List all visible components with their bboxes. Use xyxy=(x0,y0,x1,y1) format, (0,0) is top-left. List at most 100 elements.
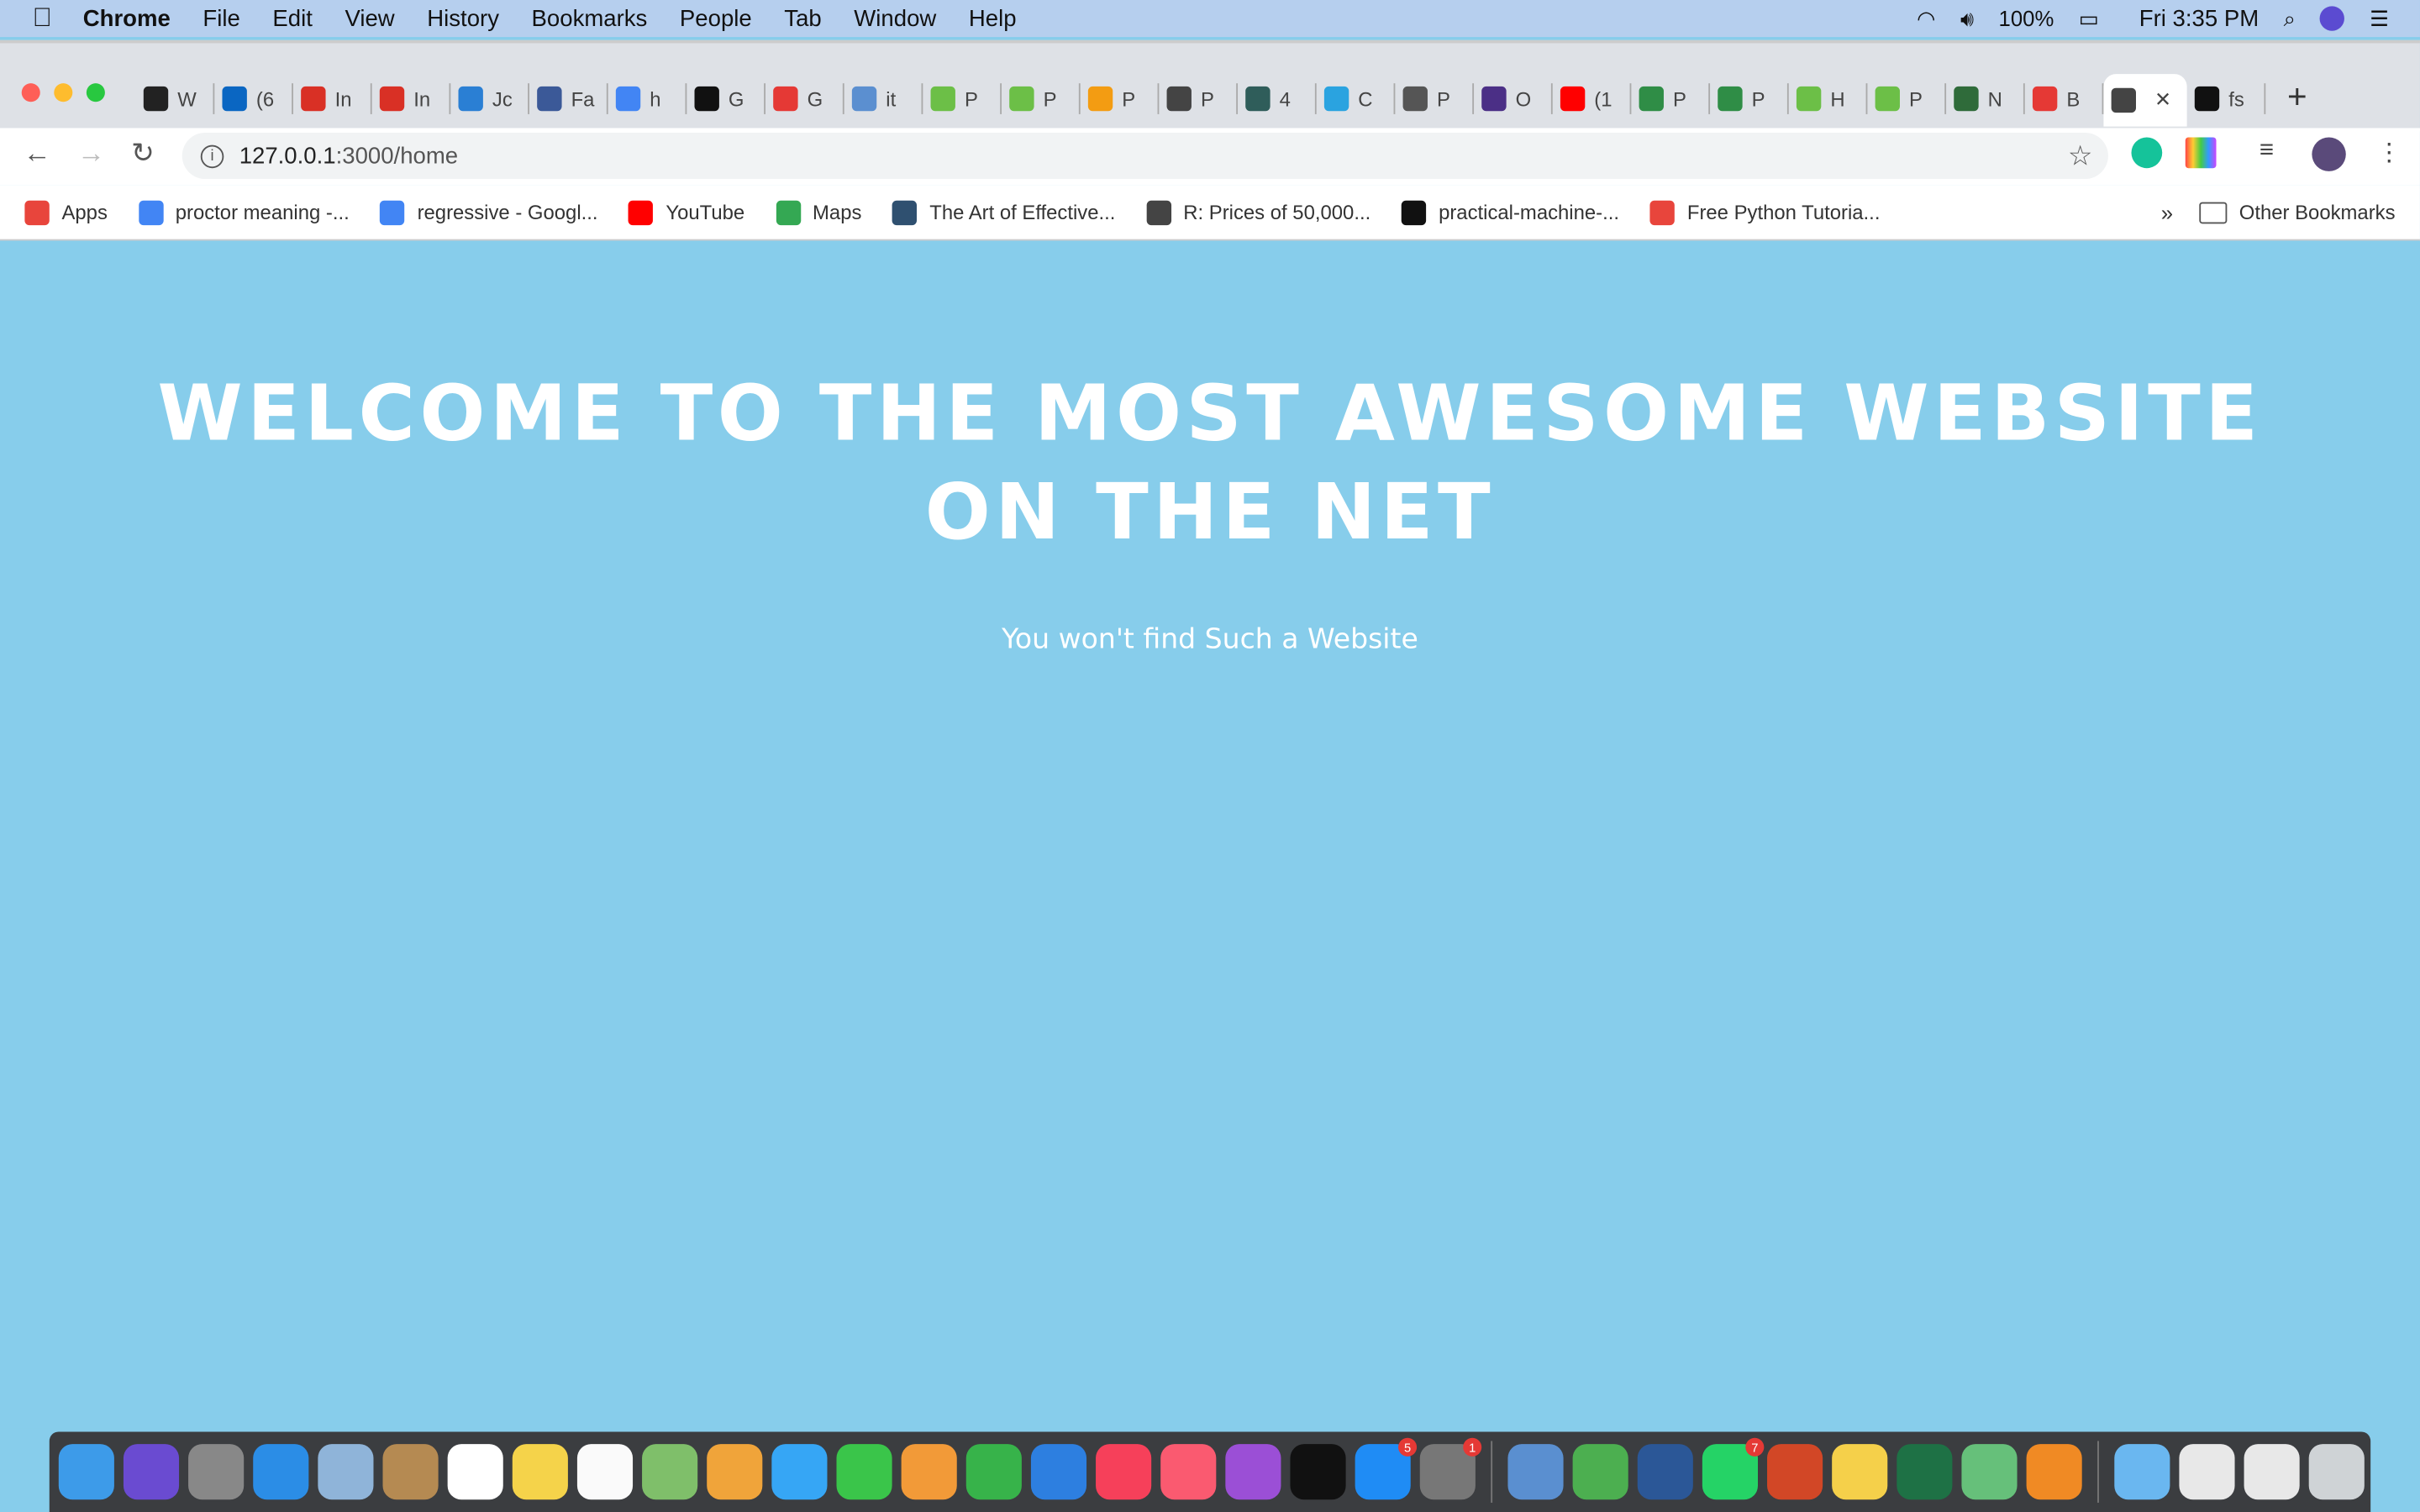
photos-icon[interactable] xyxy=(707,1444,763,1500)
tab[interactable]: N xyxy=(1946,83,2025,114)
sublime-icon[interactable] xyxy=(2026,1444,2082,1500)
powerpoint-icon[interactable] xyxy=(1767,1444,1823,1500)
apple-tv-icon[interactable] xyxy=(1290,1444,1346,1500)
tab[interactable]: G xyxy=(687,83,766,114)
tab[interactable]: In xyxy=(372,83,451,114)
menu-more-icon[interactable]: ⋮ xyxy=(2377,137,2408,168)
virtualbox-icon[interactable] xyxy=(1507,1444,1564,1500)
forward-button[interactable]: → xyxy=(77,137,105,170)
app-store-icon[interactable]: 5 xyxy=(1355,1437,1418,1500)
tab[interactable]: P xyxy=(1081,83,1160,114)
bookmark-item[interactable]: YouTube xyxy=(629,199,744,225)
apple-icon[interactable]:  xyxy=(33,3,52,34)
tab[interactable]: P xyxy=(1631,83,1711,114)
chrome-icon[interactable] xyxy=(1572,1444,1628,1500)
other-bookmarks[interactable]: Other Bookmarks xyxy=(2199,201,2396,223)
back-button[interactable]: ← xyxy=(24,137,51,170)
podcasts-icon[interactable] xyxy=(1225,1444,1281,1500)
bookmark-item[interactable]: R: Prices of 50,000... xyxy=(1146,199,1370,225)
battery-icon[interactable]: ▭ xyxy=(2079,5,2099,31)
menu-edit[interactable]: Edit xyxy=(272,5,312,31)
maps-icon[interactable] xyxy=(642,1444,698,1500)
tab[interactable]: (1 xyxy=(1553,83,1632,114)
media-queue-icon[interactable]: ≡ xyxy=(2260,137,2291,168)
bookmark-item[interactable]: Apps xyxy=(24,199,108,225)
tab[interactable]: P xyxy=(1395,83,1475,114)
tab-active[interactable]: ✕ xyxy=(2103,74,2187,127)
tab[interactable]: (6 xyxy=(214,83,293,114)
more-bookmarks-chevron-icon[interactable]: » xyxy=(2161,200,2173,224)
siri-icon[interactable] xyxy=(123,1444,180,1500)
python-icon[interactable] xyxy=(1832,1444,1888,1500)
bookmark-item[interactable]: proctor meaning -... xyxy=(138,199,350,225)
bookmark-star-icon[interactable]: ☆ xyxy=(2068,139,2093,172)
facetime-icon[interactable] xyxy=(836,1444,892,1500)
zoom-window-button[interactable] xyxy=(86,83,105,102)
search-icon[interactable]: ⌕ xyxy=(2284,5,2296,31)
tab[interactable]: Fa xyxy=(529,83,608,114)
keynote-icon[interactable] xyxy=(1030,1444,1087,1500)
clock[interactable]: Fri 3:35 PM xyxy=(2139,5,2259,31)
siri-icon[interactable] xyxy=(2320,6,2345,31)
tab[interactable]: O xyxy=(1474,83,1553,114)
tab[interactable]: P xyxy=(1002,83,1081,114)
menu-window[interactable]: Window xyxy=(854,5,936,31)
calendar-icon[interactable] xyxy=(447,1444,503,1500)
bookmark-item[interactable]: Free Python Tutoria... xyxy=(1649,199,1880,225)
reminders-icon[interactable] xyxy=(576,1444,634,1500)
notes-icon[interactable] xyxy=(512,1444,568,1500)
menu-people[interactable]: People xyxy=(680,5,752,31)
tab[interactable]: 4 xyxy=(1238,83,1317,114)
info-icon[interactable]: i xyxy=(200,144,224,168)
tab[interactable]: B xyxy=(2025,83,2104,114)
wifi-icon[interactable]: ◠ xyxy=(1917,5,1935,31)
tab[interactable]: h xyxy=(608,83,687,114)
tab[interactable]: H xyxy=(1789,83,1868,114)
finder-icon[interactable] xyxy=(58,1444,114,1500)
music-icon[interactable] xyxy=(1160,1444,1217,1500)
folder-icon[interactable] xyxy=(2114,1444,2170,1500)
excel-icon[interactable] xyxy=(1897,1444,1953,1500)
menu-bookmarks[interactable]: Bookmarks xyxy=(532,5,648,31)
document-icon[interactable] xyxy=(2179,1444,2235,1500)
tab[interactable]: W xyxy=(136,83,215,114)
tab[interactable]: G xyxy=(765,83,844,114)
atom-icon[interactable] xyxy=(1961,1444,2018,1500)
tab[interactable]: it xyxy=(844,83,923,114)
new-tab-button[interactable]: + xyxy=(2287,77,2307,127)
tab[interactable]: P xyxy=(1710,83,1789,114)
menu-history[interactable]: History xyxy=(427,5,499,31)
tab[interactable]: Jc xyxy=(450,83,529,114)
tab[interactable]: P xyxy=(1867,83,1947,114)
mail-icon[interactable] xyxy=(318,1444,374,1500)
trash-icon[interactable] xyxy=(2308,1444,2365,1500)
control-center-icon[interactable]: ☰ xyxy=(2370,5,2389,31)
word-icon[interactable] xyxy=(1637,1444,1693,1500)
minimize-window-button[interactable] xyxy=(54,83,73,102)
contacts-icon[interactable] xyxy=(382,1444,439,1500)
tab[interactable]: P xyxy=(923,83,1002,114)
menu-help[interactable]: Help xyxy=(969,5,1017,31)
menu-tab[interactable]: Tab xyxy=(784,5,821,31)
system-preferences-icon[interactable]: 1 xyxy=(1419,1437,1482,1500)
volume-icon[interactable]: 🔊︎ xyxy=(1960,5,1974,31)
menu-view[interactable]: View xyxy=(345,5,394,31)
messages-icon[interactable] xyxy=(771,1444,828,1500)
address-bar[interactable]: i 127.0.0.1:3000/home ☆ xyxy=(182,132,2108,180)
numbers-icon[interactable] xyxy=(965,1444,1022,1500)
menu-app-name[interactable]: Chrome xyxy=(83,5,171,31)
menu-file[interactable]: File xyxy=(203,5,239,31)
battery-percent[interactable]: 100% xyxy=(1999,6,2054,30)
bookmark-item[interactable]: Maps xyxy=(775,199,861,225)
news-icon[interactable] xyxy=(1096,1444,1152,1500)
bookmark-item[interactable]: The Art of Effective... xyxy=(892,199,1115,225)
bookmark-item[interactable]: regressive - Googl... xyxy=(380,199,598,225)
launchpad-icon[interactable] xyxy=(188,1444,245,1500)
reload-button[interactable]: ↻ xyxy=(131,137,155,170)
tab[interactable]: In xyxy=(293,83,372,114)
color-extension-icon[interactable] xyxy=(2185,137,2217,169)
bookmark-item[interactable]: practical-machine-... xyxy=(1401,199,1619,225)
tab[interactable]: fs xyxy=(2187,83,2266,114)
pages-icon[interactable] xyxy=(901,1444,957,1500)
tab[interactable]: P xyxy=(1159,83,1239,114)
